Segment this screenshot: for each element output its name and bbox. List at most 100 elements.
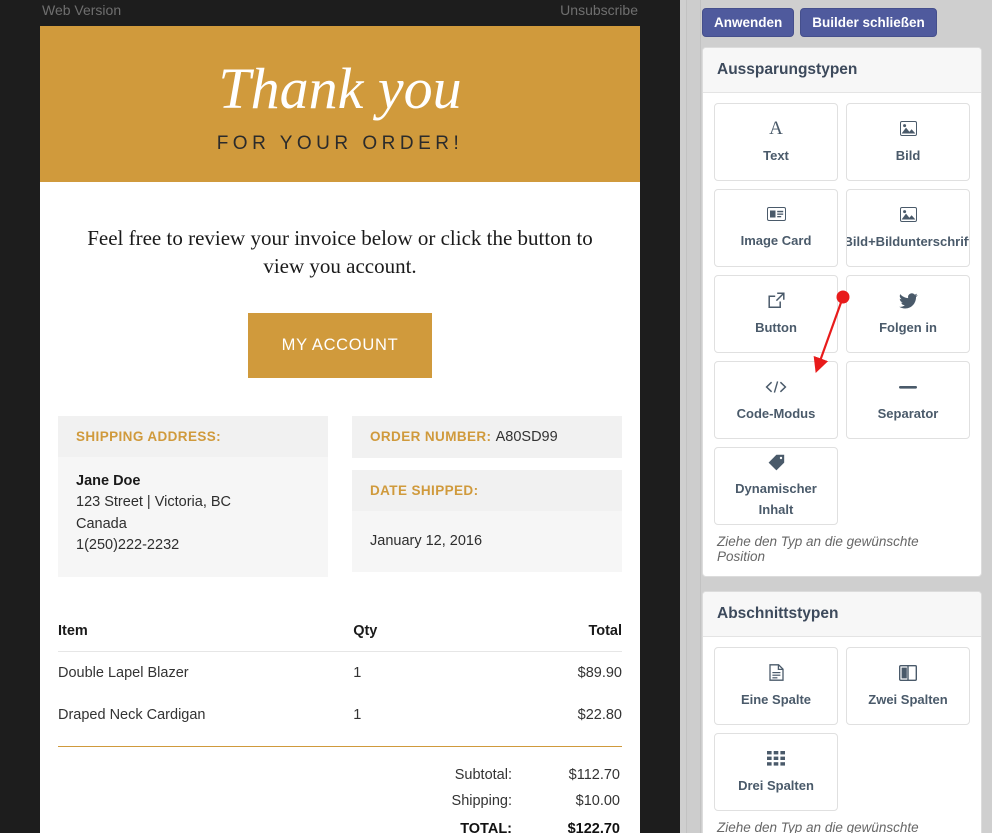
table-row: Draped Neck Cardigan 1 $22.80 — [58, 694, 622, 736]
invoice-header-row: Item Qty Total — [58, 622, 622, 652]
shipping-address-body: Jane Doe 123 Street | Victoria, BC Canad… — [58, 456, 328, 577]
cta-wrapper: MY ACCOUNT — [40, 281, 640, 416]
web-version-link[interactable]: Web Version — [42, 2, 121, 18]
email-hero-section[interactable]: Thank you FOR YOUR ORDER! — [40, 26, 640, 182]
panel-content-types: Aussparungstypen A Text Bild Image Card … — [702, 47, 982, 577]
tile-label: Eine Spalte — [740, 691, 812, 707]
item-name: Double Lapel Blazer — [58, 664, 189, 681]
date-shipped-heading: DATE SHIPPED: — [352, 469, 622, 511]
column-header-total: Total — [533, 622, 622, 652]
order-number-value: A80SD99 — [495, 428, 558, 445]
customer-phone: 1(250)222-2232 — [76, 537, 180, 554]
tile-label: Separator — [877, 405, 939, 421]
image-caption-icon — [899, 205, 917, 225]
section-type-tile-grid: Eine Spalte Zwei Spalten Drei Spalten — [714, 647, 970, 811]
invoice-divider — [58, 745, 622, 747]
image-icon — [899, 119, 917, 139]
tile-code-mode[interactable]: Code-Modus — [714, 361, 838, 439]
tile-label: Drei Spalten — [738, 777, 814, 793]
shipping-address-heading: SHIPPING ADDRESS: — [58, 415, 328, 457]
order-details-block: ORDER NUMBER: A80SD99 DATE SHIPPED: Janu… — [352, 415, 622, 577]
customer-name: Jane Doe — [76, 472, 141, 489]
content-type-tile-grid: A Text Bild Image Card Bild+Bilduntersch… — [714, 103, 970, 525]
invoice-totals-table: Subtotal: $112.70 Shipping: $10.00 TOTAL… — [58, 761, 622, 833]
shipping-label: Shipping: — [451, 792, 512, 809]
item-qty: 1 — [353, 706, 362, 723]
invoice-items-table: Item Qty Total Double Lapel Blazer 1 $89… — [58, 622, 622, 736]
tile-dynamic-content[interactable]: Dynamischer Inhalt — [714, 447, 838, 525]
intro-paragraph: Feel free to review your invoice below o… — [87, 226, 593, 279]
grand-total-row: TOTAL: $122.70 — [60, 815, 620, 833]
shipping-address-block: SHIPPING ADDRESS: Jane Doe 123 Street | … — [58, 415, 328, 577]
panel-section-types: Abschnittstypen Eine Spalte Zwei Spalten… — [702, 591, 982, 833]
code-icon — [765, 377, 787, 397]
subtotal-row: Subtotal: $112.70 — [60, 763, 620, 787]
hero-title: Thank you — [218, 55, 462, 121]
item-name: Draped Neck Cardigan — [58, 706, 206, 723]
drag-hint-content-types: Ziehe den Typ an die gewünschte Position — [717, 534, 919, 564]
two-columns-icon — [899, 663, 917, 683]
tile-three-columns[interactable]: Drei Spalten — [714, 733, 838, 811]
tile-label: Folgen in — [879, 319, 937, 335]
image-card-icon — [766, 204, 786, 224]
subtotal-amount: $112.70 — [568, 766, 620, 783]
tile-image-card[interactable]: Image Card — [714, 189, 838, 267]
three-columns-icon — [767, 749, 785, 769]
item-total: $22.80 — [577, 706, 622, 723]
my-account-button[interactable]: MY ACCOUNT — [247, 312, 433, 378]
tile-button[interactable]: Button — [714, 275, 838, 353]
tile-label: Zwei Spalten — [868, 691, 948, 707]
panel-body-section-types: Eine Spalte Zwei Spalten Drei Spalten Zi… — [703, 637, 981, 833]
tile-label: Dynamischer Inhalt — [735, 481, 817, 517]
item-total: $89.90 — [577, 664, 622, 681]
tile-twitter-follow[interactable]: Folgen in — [846, 275, 970, 353]
drag-hint-section-types: Ziehe den Typ an die gewünschte Position — [717, 820, 919, 833]
address-line-1: 123 Street | Victoria, BC — [76, 494, 232, 511]
close-builder-button[interactable]: Builder schließen — [800, 8, 937, 37]
tile-one-column[interactable]: Eine Spalte — [714, 647, 838, 725]
sidebar-scrollbar[interactable] — [686, 0, 701, 833]
grand-total-amount: $122.70 — [567, 820, 620, 833]
builder-screen: Web Version Unsubscribe Thank you FOR YO… — [0, 0, 992, 833]
address-line-2: Canada — [76, 515, 127, 532]
tag-icon — [768, 452, 785, 472]
twitter-icon — [898, 291, 918, 311]
unsubscribe-link[interactable]: Unsubscribe — [560, 2, 638, 18]
subtotal-label: Subtotal: — [454, 766, 512, 783]
shipping-row: Shipping: $10.00 — [60, 789, 620, 813]
external-link-icon — [767, 291, 785, 311]
tile-two-columns[interactable]: Zwei Spalten — [846, 647, 970, 725]
column-header-item: Item — [58, 622, 354, 652]
email-body: Thank you FOR YOUR ORDER! Feel free to r… — [40, 26, 640, 833]
email-preview-canvas: Web Version Unsubscribe Thank you FOR YO… — [0, 0, 680, 833]
one-column-icon — [768, 663, 784, 683]
tile-grid-filler — [846, 733, 970, 811]
separator-icon — [898, 377, 918, 397]
tile-image-caption[interactable]: Bild+Bildunterschrift — [846, 189, 970, 267]
sidebar-action-buttons: Anwenden Builder schließen — [702, 5, 982, 47]
tile-bild[interactable]: Bild — [846, 103, 970, 181]
tile-label: Code-Modus — [736, 405, 816, 421]
tile-text[interactable]: A Text — [714, 103, 838, 181]
item-qty: 1 — [353, 664, 362, 681]
sidebar-content: Anwenden Builder schließen Aussparungsty… — [702, 0, 992, 833]
column-header-qty: Qty — [353, 622, 534, 652]
panel-title-content-types: Aussparungstypen — [703, 48, 981, 93]
tile-label: Button — [755, 319, 797, 335]
email-preheader: Web Version Unsubscribe — [40, 0, 640, 26]
shipping-amount: $10.00 — [575, 792, 620, 809]
panel-body-content-types: A Text Bild Image Card Bild+Bilduntersch… — [703, 93, 981, 576]
tile-label: Bild — [895, 147, 921, 163]
grand-total-label: TOTAL: — [460, 820, 512, 833]
hero-subtitle: FOR YOUR ORDER! — [216, 133, 464, 155]
apply-button[interactable]: Anwenden — [702, 8, 795, 37]
invoice-section: Item Qty Total Double Lapel Blazer 1 $89… — [40, 577, 640, 833]
builder-sidebar: ✕ Anwenden Builder schließen Aussparungs… — [680, 0, 992, 833]
tile-separator[interactable]: Separator — [846, 361, 970, 439]
tile-label: Text — [763, 147, 789, 163]
tile-label: Image Card — [740, 233, 812, 249]
panel-title-section-types: Abschnittstypen — [703, 592, 981, 637]
order-info-row: SHIPPING ADDRESS: Jane Doe 123 Street | … — [40, 415, 640, 577]
order-number-label: ORDER NUMBER: — [370, 428, 492, 444]
